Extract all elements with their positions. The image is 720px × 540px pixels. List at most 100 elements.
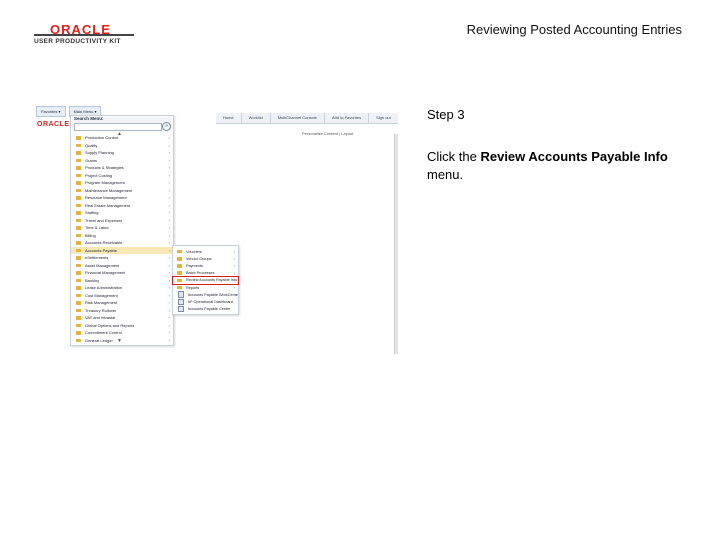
menu-item[interactable]: Program Management › [71, 179, 173, 187]
folder-icon [76, 203, 81, 207]
folder-icon [76, 226, 81, 230]
page-scrollbar[interactable] [394, 134, 398, 354]
submenu-item-label: Accounts Payable Center [187, 307, 231, 312]
folder-icon [177, 257, 182, 261]
menu-item-label: Real Estate Management [85, 202, 131, 208]
worklist-link[interactable]: Worklist [242, 113, 271, 123]
instruction-target: Review Accounts Payable Info [480, 149, 668, 164]
search-go-icon[interactable]: » [162, 122, 171, 131]
menu-item-label: Products & Strategies [85, 165, 124, 171]
menu-item[interactable]: Treasury Rollover › [71, 307, 173, 315]
menu-item[interactable]: Asset Management › [71, 262, 173, 270]
folder-icon [76, 308, 81, 312]
sign-out-link[interactable]: Sign out [369, 113, 398, 123]
menu-item[interactable]: Supply Planning › [71, 149, 173, 157]
menu-item[interactable]: General Ledger › [71, 337, 173, 345]
menu-item[interactable]: Risk Management › [71, 299, 173, 307]
submenu-item[interactable]: Payments › [173, 262, 238, 269]
menu-item[interactable]: Billing › [71, 232, 173, 240]
accounts-payable-submenu: Vouchers › Vendor Groups › Payments › Batch Pr… [172, 245, 239, 315]
menu-item[interactable]: Project Costing › [71, 172, 173, 180]
oracle-upk-logo: ORACLE USER PRODUCTIVITY KIT [34, 22, 134, 48]
chevron-right-icon: › [168, 315, 170, 321]
folder-icon [76, 248, 81, 252]
menu-item[interactable]: Global Options and Reports › [71, 322, 173, 330]
chevron-right-icon: › [168, 322, 170, 328]
menu-item[interactable]: Resource Management › [71, 194, 173, 202]
menu-item[interactable]: Accounts Payable › [71, 246, 173, 254]
menu-item[interactable]: Accounts Receivable › [71, 239, 173, 247]
logo-tagline: USER PRODUCTIVITY KIT [34, 38, 121, 45]
folder-icon [76, 218, 81, 222]
menu-item[interactable]: VAT and Intrastat › [71, 314, 173, 322]
folder-icon [177, 285, 182, 290]
menu-item[interactable]: Real Estate Management › [71, 202, 173, 210]
menu-item-label: Supply Planning [85, 150, 114, 156]
submenu-item-label: Reports [186, 285, 200, 290]
home-link[interactable]: Home [216, 113, 242, 123]
add-favorites-link[interactable]: Add to Favorites [325, 113, 370, 123]
folder-icon [76, 188, 81, 192]
menu-item-label: Treasury Rollover [85, 307, 117, 313]
submenu-item[interactable]: AP Operational Dashboard [173, 298, 238, 306]
chevron-right-icon: › [233, 277, 235, 283]
instruction-suffix: menu. [427, 167, 464, 182]
menu-item-label: Production Control [85, 135, 119, 141]
chevron-right-icon: › [168, 187, 170, 193]
folder-icon [76, 211, 81, 215]
menu-item[interactable]: Commitment Control › [71, 329, 173, 337]
chevron-right-icon: › [168, 330, 170, 336]
logo-divider [34, 34, 134, 36]
menu-item-label: Quality [85, 142, 98, 148]
menu-item[interactable]: Lease Administration › [71, 284, 173, 292]
menu-item[interactable]: Travel and Expenses › [71, 217, 173, 225]
menu-item[interactable]: Grants › [71, 157, 173, 165]
menu-item[interactable]: Products & Strategies › [71, 164, 173, 172]
tab-favorites[interactable]: Favorites ▾ [36, 106, 66, 117]
menu-item[interactable]: Staffing › [71, 209, 173, 217]
chevron-right-icon: › [168, 217, 170, 223]
submenu-item[interactable]: Batch Processes › [173, 270, 238, 277]
menu-item[interactable]: Maintenance Management › [71, 187, 173, 195]
folder-icon [76, 323, 81, 327]
chevron-right-icon: › [168, 157, 170, 163]
folder-icon [76, 293, 81, 297]
folder-icon [177, 264, 182, 268]
multichannel-link[interactable]: MultiChannel Console [271, 113, 325, 123]
personalize-links[interactable]: Personalize Content | Layout [302, 131, 353, 136]
folder-icon [76, 263, 81, 267]
menu-item[interactable]: Production Control › [71, 134, 173, 142]
submenu-item[interactable]: Vendor Groups › [173, 255, 238, 262]
menu-item[interactable]: Banking › [71, 277, 173, 285]
chevron-right-icon: › [168, 135, 170, 141]
submenu-item-label: Payments [186, 263, 203, 268]
chevron-right-icon: › [168, 195, 170, 201]
chevron-right-icon: › [168, 292, 170, 298]
menu-item-label: Cost Management [85, 292, 118, 298]
menu-item[interactable]: eSettlements › [71, 254, 173, 262]
menu-item-label: General Ledger [85, 337, 113, 343]
application-screenshot: Favorites ▾ Main Menu ▾ Home Worklist Mu… [36, 104, 398, 354]
chevron-right-icon: › [168, 262, 170, 268]
folder-icon [76, 241, 81, 245]
menu-item-label: Project Costing [85, 172, 113, 178]
menu-item[interactable]: Financial Management › [71, 269, 173, 277]
search-menu-input[interactable] [74, 123, 162, 131]
chevron-right-icon: › [168, 210, 170, 216]
submenu-item[interactable]: Vouchers › [173, 248, 238, 255]
review-accounts-payable-info-item[interactable]: Review Accounts Payable Info › [172, 275, 239, 285]
submenu-item[interactable]: Reports › [173, 284, 238, 291]
chevron-right-icon: › [168, 225, 170, 231]
folder-icon [177, 271, 182, 275]
instruction-prefix: Click the [427, 149, 481, 164]
menu-item-label: Resource Management [85, 195, 127, 201]
chevron-right-icon: › [168, 270, 170, 276]
chevron-right-icon: › [233, 285, 235, 291]
menu-item[interactable]: Quality › [71, 142, 173, 150]
submenu-item[interactable]: Accounts Payable Center [173, 305, 238, 313]
submenu-item[interactable]: Accounts Payable WorkCenter [173, 291, 238, 298]
menu-item[interactable]: Cost Management › [71, 292, 173, 300]
scroll-down-icon[interactable]: ▼ [117, 338, 122, 344]
folder-icon [76, 233, 81, 237]
menu-item[interactable]: Time & Labor › [71, 224, 173, 232]
